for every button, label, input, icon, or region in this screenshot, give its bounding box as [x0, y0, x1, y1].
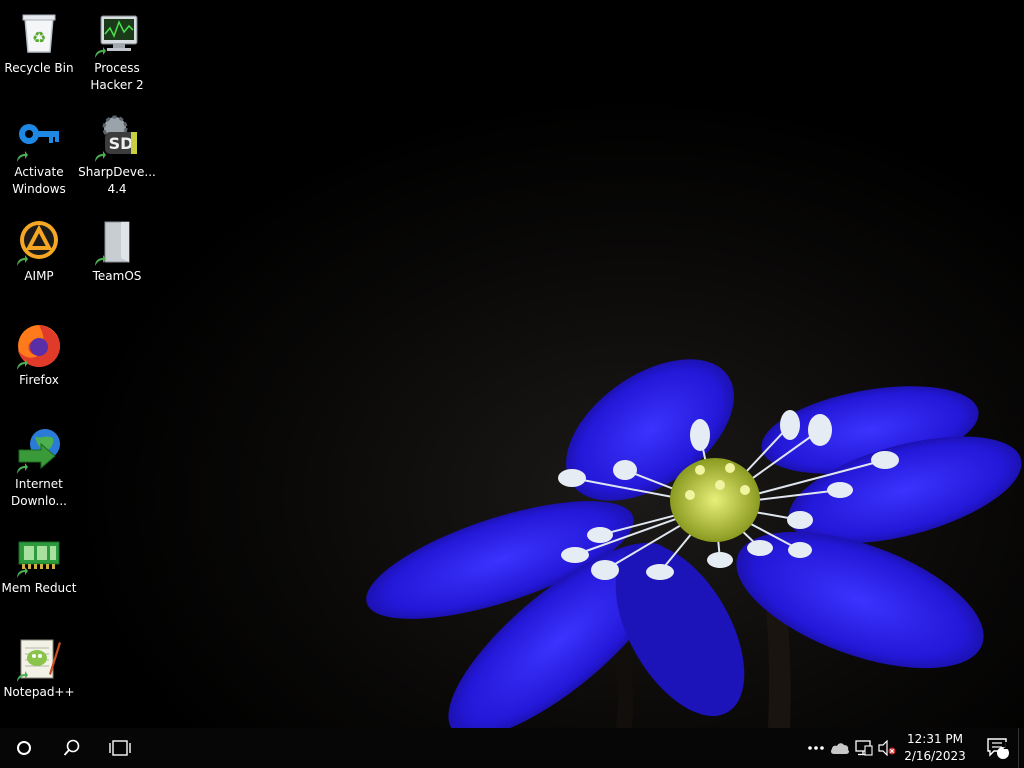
aimp-icon: [15, 218, 63, 266]
desktop-icon-label: Activate Windows: [12, 165, 66, 196]
sharpdevelop-icon: SD: [93, 114, 141, 162]
show-desktop-button[interactable]: [1018, 728, 1024, 768]
network-icon: [855, 740, 873, 756]
tray-network-button[interactable]: [852, 728, 876, 768]
mem-reduct-icon: [15, 530, 63, 578]
desktop-icon-mem-reduct[interactable]: Mem Reduct: [0, 522, 78, 597]
desktop-icon-internet-download-manager[interactable]: Internet Downlo...: [0, 418, 78, 510]
desktop-icon-label: Firefox: [19, 373, 59, 387]
taskbar-clock[interactable]: 12:31 PM 2/16/2023: [894, 728, 976, 768]
shortcut-arrow-icon: [95, 255, 106, 266]
action-center-button[interactable]: 1: [976, 728, 1020, 768]
start-button[interactable]: [0, 728, 48, 768]
svg-text:♻: ♻: [32, 28, 46, 47]
desktop-icon-sharpdevelop[interactable]: SD SharpDeve... 4.4: [78, 106, 156, 198]
notification-count-badge: 1: [1002, 741, 1010, 752]
key-icon: [15, 114, 63, 162]
shortcut-arrow-icon: [95, 47, 106, 58]
shortcut-arrow-icon: [95, 151, 106, 162]
desktop-icon-firefox[interactable]: Firefox: [0, 314, 78, 389]
internet-download-manager-icon: [15, 426, 63, 474]
shortcut-arrow-icon: [17, 151, 28, 162]
desktop-icon-label: AIMP: [24, 269, 54, 283]
notepad-plus-plus-icon: [15, 634, 63, 682]
desktop-icon-teamos[interactable]: TeamOS: [78, 210, 156, 285]
desktop-icon-label: Internet Downlo...: [11, 477, 67, 508]
task-view-icon: [109, 740, 131, 756]
tray-onedrive-button[interactable]: [828, 728, 852, 768]
clock-date: 2/16/2023: [904, 749, 966, 763]
desktop-icon-label: TeamOS: [92, 269, 142, 283]
process-hacker-icon: [93, 10, 141, 58]
desktop-icon-label: Mem Reduct: [1, 581, 77, 595]
desktop-icon-label: SharpDeve... 4.4: [78, 165, 156, 196]
taskbar: 12:31 PM 2/16/2023 1: [0, 728, 1024, 768]
start-circle-icon: [17, 741, 31, 755]
search-icon: [63, 739, 80, 756]
desktop-icon-recycle-bin[interactable]: ♻ Recycle Bin: [0, 2, 78, 77]
teamos-icon: [93, 218, 141, 266]
more-dots-icon: [808, 746, 824, 750]
desktop-icon-aimp[interactable]: AIMP: [0, 210, 78, 285]
shortcut-arrow-icon: [17, 463, 28, 474]
recycle-bin-icon: ♻: [15, 10, 63, 58]
shortcut-arrow-icon: [17, 255, 28, 266]
desktop-icon-notepad-plus-plus[interactable]: Notepad++: [0, 626, 78, 701]
svg-text:SD: SD: [109, 134, 134, 153]
tray-overflow-button[interactable]: [804, 728, 828, 768]
desktop-icon-label: Notepad++: [3, 685, 75, 699]
desktop-icon-label: Process Hacker 2: [90, 61, 144, 92]
desktop-icon-process-hacker[interactable]: Process Hacker 2: [78, 2, 156, 94]
desktop-icon-activate-windows[interactable]: Activate Windows: [0, 106, 78, 198]
shortcut-arrow-icon: [17, 567, 28, 578]
search-button[interactable]: [48, 728, 96, 768]
task-view-button[interactable]: [96, 728, 144, 768]
shortcut-arrow-icon: [17, 359, 28, 370]
clock-time: 12:31 PM: [907, 732, 963, 746]
desktop-icon-label: Recycle Bin: [4, 61, 74, 75]
shortcut-arrow-icon: [17, 671, 28, 682]
firefox-icon: [15, 322, 63, 370]
cloud-icon: [830, 743, 850, 754]
